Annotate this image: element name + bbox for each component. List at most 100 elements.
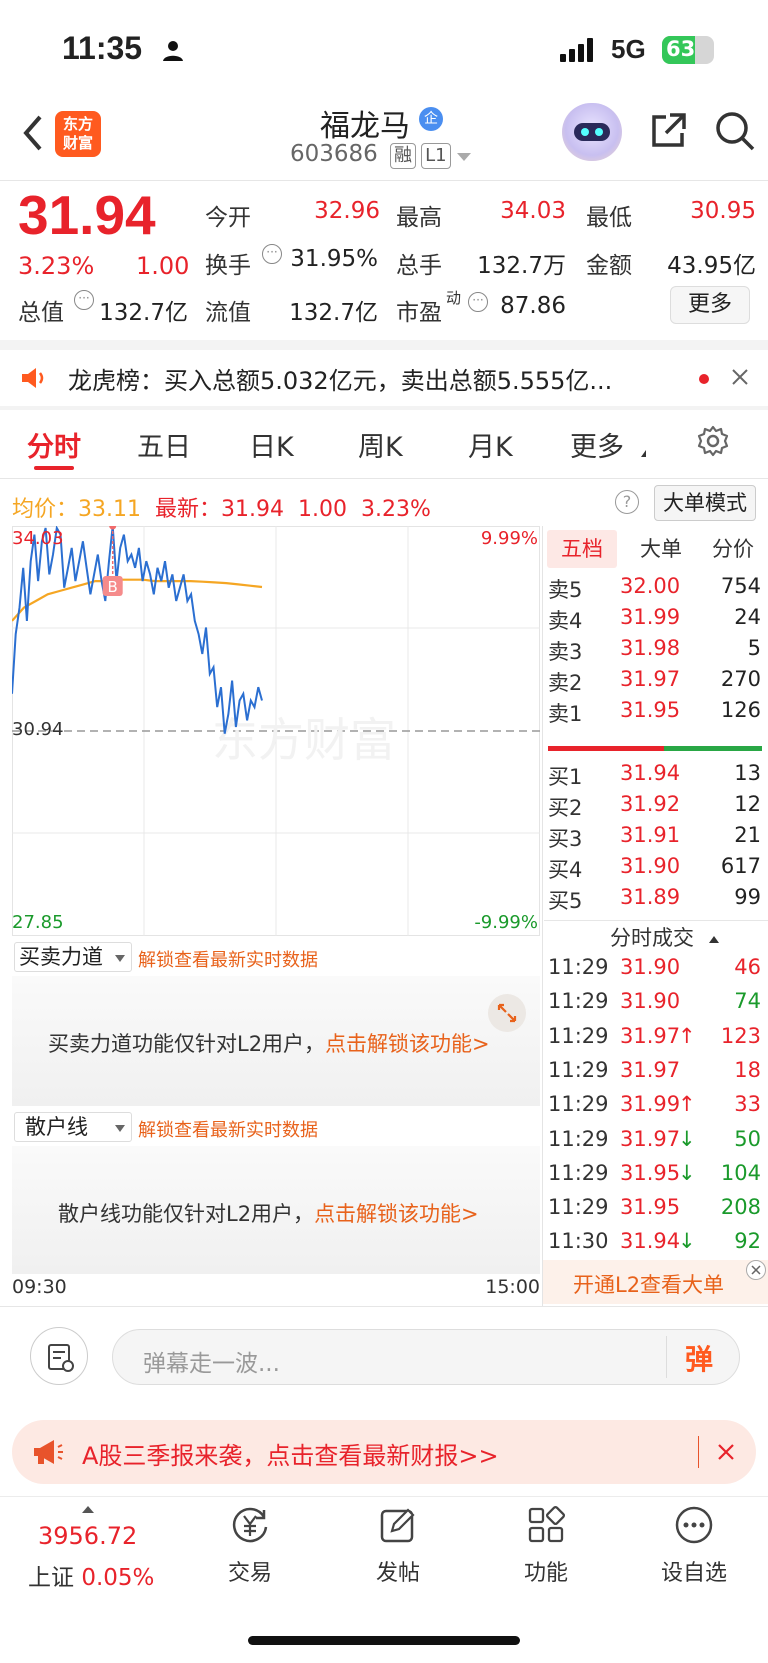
trade-time: 11:29 — [548, 1023, 609, 1048]
yuan-cycle-icon — [232, 1507, 268, 1543]
close-icon[interactable] — [730, 367, 750, 391]
nav-customize[interactable]: 设自选 — [634, 1505, 754, 1587]
ask-price: 31.98 — [620, 636, 681, 660]
danmaku-input[interactable]: 弹幕走一波... 弹 — [112, 1329, 740, 1385]
close-icon[interactable] — [746, 1260, 766, 1280]
mktcap-label: 总值 — [18, 300, 64, 326]
comment-bar: 弹幕走一波... 弹 — [0, 1307, 768, 1403]
tab-daily-k[interactable]: 日K — [249, 425, 294, 464]
bid-row[interactable]: 买1 31.94 13 — [548, 761, 763, 791]
active-tab-indicator — [34, 466, 74, 470]
close-icon[interactable] — [716, 1442, 736, 1466]
tab-more[interactable]: 更多 — [570, 425, 624, 464]
l2-banner[interactable]: 开通L2查看大单 — [543, 1260, 768, 1304]
tab-five-levels[interactable]: 五档 — [547, 530, 617, 568]
ask-row[interactable]: 卖2 31.97 270 — [548, 667, 763, 697]
ask-row[interactable]: 卖1 31.95 126 — [548, 698, 763, 728]
notice-text: 龙虎榜：买入总额5.032亿元，卖出总额5.555亿... — [68, 367, 613, 395]
open-value: 32.96 — [314, 198, 380, 224]
nav-trade[interactable]: 交易 — [190, 1505, 310, 1587]
power-unlock-button[interactable]: 点击解锁该功能> — [325, 1032, 490, 1056]
bid-volume: 21 — [734, 823, 761, 847]
indicator-panels: 买卖力道 解锁查看最新实时数据 买卖力道功能仅针对L2用户，点击解锁该功能> 散… — [12, 938, 540, 1298]
level-tag: L1 — [421, 143, 451, 169]
power-selector[interactable]: 买卖力道 — [14, 942, 132, 972]
signal-icon — [560, 38, 596, 66]
index-value[interactable]: 3956.72 — [38, 1522, 137, 1550]
gear-icon[interactable] — [696, 424, 730, 462]
power-msg-text: 买卖力道功能仅针对L2用户， — [48, 1032, 326, 1056]
trade-direction-arrow: ↓ — [678, 1229, 696, 1254]
trade-price: 31.94 — [620, 1229, 681, 1254]
index-ticker[interactable]: 上证 0.05% — [28, 1558, 154, 1592]
tab-price-volume[interactable]: 分价 — [701, 530, 765, 568]
pct-bottom-label: -9.99% — [474, 912, 538, 933]
retail-unlock-button[interactable]: 点击解锁该功能> — [314, 1202, 479, 1226]
retail-selector[interactable]: 散户线 — [14, 1112, 132, 1142]
bid-ask-ratio-bar — [548, 746, 762, 751]
more-dots-icon — [675, 1506, 713, 1544]
trade-volume: 46 — [734, 955, 761, 979]
retail-unlock-link[interactable]: 解锁查看最新实时数据 — [138, 1116, 318, 1142]
big-order-mode-button[interactable]: 大单模式 — [654, 485, 756, 521]
retail-msg-text: 散户线功能仅针对L2用户， — [58, 1202, 315, 1226]
share-icon[interactable] — [648, 111, 688, 155]
avg-label: 均价： — [12, 497, 79, 522]
trade-direction-arrow: ↑ — [678, 1092, 696, 1117]
pct-top-label: 9.99% — [480, 528, 538, 549]
avg-value: 33.11 — [78, 497, 141, 522]
bid-row[interactable]: 买4 31.90 617 — [548, 854, 763, 884]
ask-level-label: 卖1 — [548, 702, 583, 726]
caret-up-icon — [82, 1506, 94, 1513]
help-icon[interactable]: ? — [615, 490, 639, 514]
trades-header[interactable]: 分时成交 — [610, 922, 719, 952]
latest-label: 最新： — [155, 497, 222, 522]
trade-time: 11:29 — [548, 1126, 609, 1151]
trade-time: 11:29 — [548, 1195, 609, 1220]
ask-row[interactable]: 卖4 31.99 24 — [548, 605, 763, 635]
bid-row[interactable]: 买2 31.92 12 — [548, 792, 763, 822]
more-button[interactable]: 更多 — [670, 286, 750, 324]
back-icon[interactable] — [18, 113, 48, 153]
earnings-promo-banner[interactable]: A股三季报来袭，点击查看最新财报>> — [12, 1420, 756, 1484]
bid-level-label: 买1 — [548, 765, 583, 789]
bid-level-label: 买2 — [548, 796, 583, 820]
info-icon[interactable]: ··· — [262, 244, 282, 264]
bid-price: 31.92 — [620, 792, 681, 816]
high-label: 最高 — [396, 205, 442, 231]
trade-price: 31.95 — [620, 1160, 681, 1185]
search-icon[interactable] — [713, 109, 757, 157]
bid-price: 31.90 — [620, 854, 681, 878]
trade-time: 11:29 — [548, 1057, 609, 1082]
notes-icon[interactable] — [30, 1327, 88, 1385]
intraday-chart[interactable]: 东方财富 B 34.03 30.94 27.85 9.99% -9.99% — [11, 522, 540, 936]
nav-post[interactable]: 发帖 — [338, 1505, 458, 1587]
bid-row[interactable]: 买3 31.91 21 — [548, 823, 763, 853]
trade-direction-arrow: ↑ — [678, 1023, 696, 1048]
tab-monthly-k[interactable]: 月K — [468, 425, 513, 464]
expand-icon[interactable] — [488, 994, 526, 1032]
trade-time: 11:29 — [548, 1092, 609, 1117]
bid-row[interactable]: 买5 31.89 99 — [548, 885, 763, 915]
chart-watermark: 东方财富 — [212, 713, 396, 767]
tab-big-orders[interactable]: 大单 — [631, 530, 691, 568]
power-unlock-link[interactable]: 解锁查看最新实时数据 — [138, 946, 318, 972]
nav-functions[interactable]: 功能 — [486, 1505, 606, 1587]
tab-weekly-k[interactable]: 周K — [358, 425, 403, 464]
tab-intraday[interactable]: 分时 — [27, 425, 81, 464]
dropdown-icon — [115, 955, 125, 962]
danmaku-send-button[interactable]: 弹 — [685, 1338, 713, 1378]
tab-five-day[interactable]: 五日 — [137, 425, 191, 464]
info-icon[interactable]: ··· — [468, 292, 488, 312]
info-icon[interactable]: ··· — [74, 290, 94, 310]
bid-price: 31.89 — [620, 885, 681, 909]
network-label: 5G — [611, 34, 646, 64]
robot-assistant-icon[interactable] — [562, 103, 622, 161]
dragon-tiger-notice[interactable]: 龙虎榜：买入总额5.032亿元，卖出总额5.555亿... — [0, 350, 768, 406]
chevron-down-icon[interactable] — [457, 153, 471, 161]
ask-row[interactable]: 卖5 32.00 754 — [548, 574, 763, 604]
ask-row[interactable]: 卖3 31.98 5 — [548, 636, 763, 666]
buy-marker-label: B — [108, 578, 118, 596]
bid-volume: 12 — [734, 792, 761, 816]
mktcap-value: 132.7亿 — [99, 300, 188, 326]
